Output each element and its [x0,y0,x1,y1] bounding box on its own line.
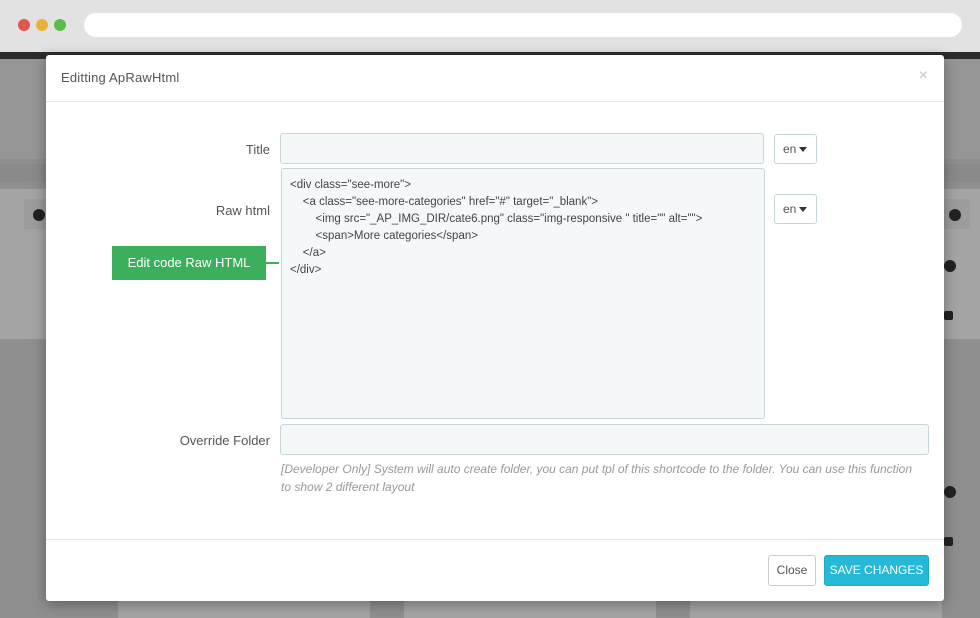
save-changes-button[interactable]: SAVE CHANGES [824,555,929,586]
background-plus-icon [944,311,953,320]
background-collapse-icon-right [949,209,961,221]
address-bar[interactable] [84,13,962,37]
close-icon[interactable]: × [919,67,928,85]
code-line: <img src="_AP_IMG_DIR/cate6.png" class="… [290,213,703,225]
title-input[interactable] [280,133,764,164]
background-widget-2 [404,601,656,618]
background-widget-1 [118,601,370,618]
modal-title: Editting ApRawHtml [61,70,180,85]
override-folder-label: Override Folder [179,433,270,448]
raw-html-language-dropdown[interactable]: en [774,194,817,224]
background-collapse-icon-right-2 [944,260,956,272]
background-plus-icon-2 [944,537,953,546]
window-maximize-icon[interactable] [54,19,66,31]
code-line: <div class="see-more"> [290,179,411,191]
close-button[interactable]: Close [768,555,816,586]
title-language-dropdown[interactable]: en [774,134,817,164]
edit-code-callout: Edit code Raw HTML [112,246,266,280]
edit-rawhtml-modal: Editting ApRawHtml × Title en Raw html <… [46,55,944,601]
browser-toolbar [0,0,980,52]
background-collapse-icon-right-3 [944,486,956,498]
override-folder-input[interactable] [280,424,929,455]
caret-down-icon [799,147,808,153]
title-language-label: en [783,142,797,156]
title-label: Title [245,142,270,157]
modal-footer: Close SAVE CHANGES [46,539,944,602]
background-widget-3 [690,601,942,618]
window-close-icon[interactable] [18,19,30,31]
background-collapse-icon [33,209,45,221]
window-minimize-icon[interactable] [36,19,48,31]
code-line: <a class="see-more-categories" href="#" … [290,196,599,208]
code-line: </div> [290,264,322,276]
override-folder-help: [Developer Only] System will auto create… [281,462,913,494]
raw-html-language-label: en [783,202,797,216]
callout-connector [266,262,279,264]
code-line: <span>More categories</span> [290,230,478,242]
raw-html-textarea[interactable]: <div class="see-more"> <a class="see-mor… [281,168,765,419]
raw-html-label: Raw html [215,203,270,218]
modal-header: Editting ApRawHtml × [46,55,944,102]
caret-down-icon [799,207,808,213]
code-line: </a> [290,247,326,259]
